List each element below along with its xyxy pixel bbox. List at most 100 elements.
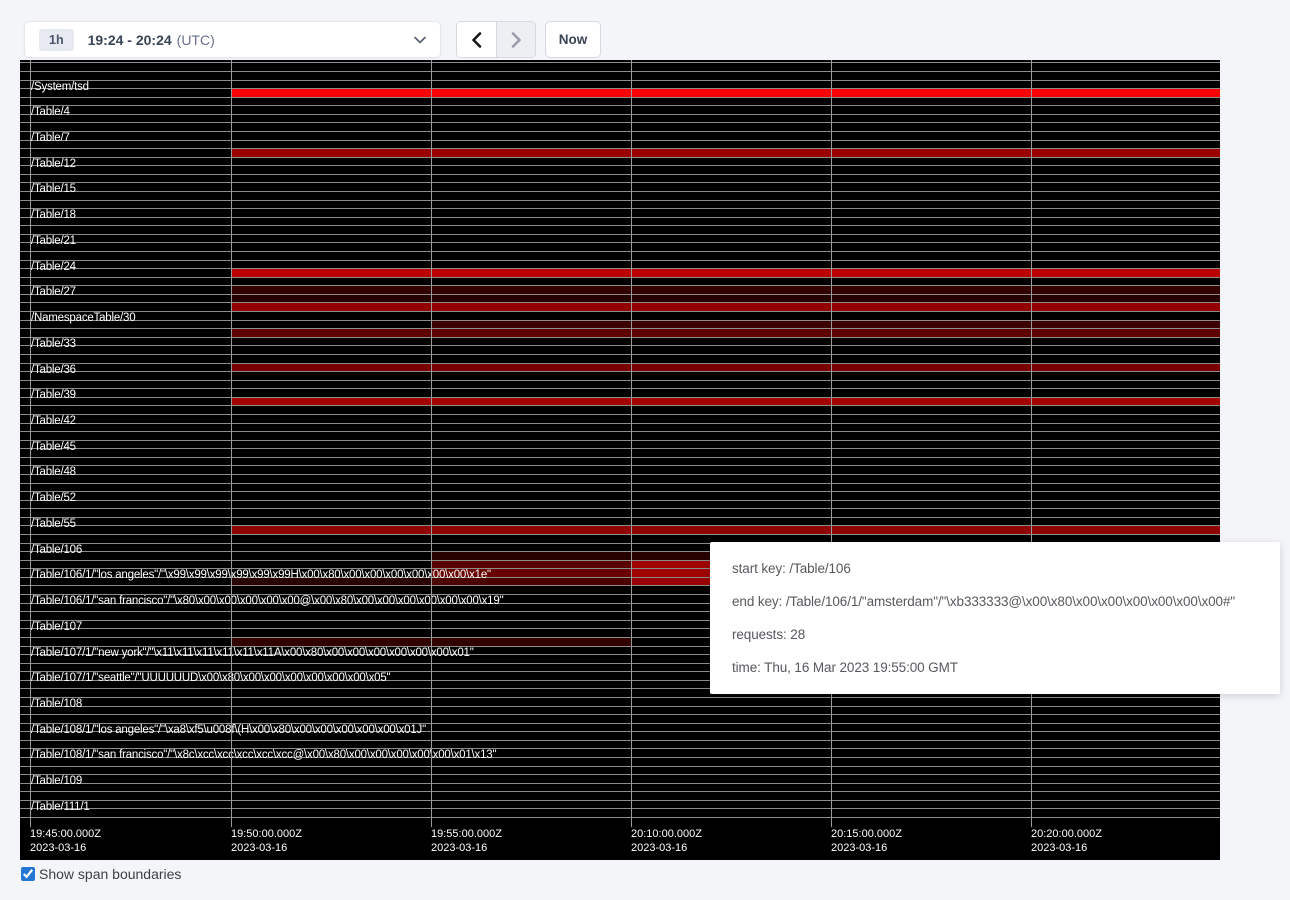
- heatmap-plot[interactable]: /System/tsd/Table/4/Table/7/Table/12/Tab…: [20, 60, 1220, 822]
- span-boundary-line: [20, 766, 1220, 767]
- row-label: /Table/36: [31, 365, 76, 376]
- axis-tick-date: 2023-03-16: [1031, 841, 1102, 855]
- span-boundary-line: [20, 88, 1220, 89]
- span-boundary-line: [20, 131, 1220, 132]
- tooltip-start-key-label: start key:: [732, 561, 789, 576]
- span-boundary-line: [20, 200, 1220, 201]
- span-boundary-line: [20, 791, 1220, 792]
- chevron-left-icon: [471, 32, 482, 48]
- row-label: /Table/108: [31, 699, 82, 710]
- span-boundary-line: [20, 62, 1220, 63]
- axis-tick-date: 2023-03-16: [631, 841, 702, 855]
- next-range-button[interactable]: [496, 22, 535, 57]
- span-boundary-line: [20, 148, 1220, 149]
- tooltip-start-key: start key: /Table/106: [732, 559, 1272, 579]
- span-boundary-line: [20, 525, 1220, 526]
- span-boundary-line: [20, 474, 1220, 475]
- time-nav-group: [456, 21, 536, 58]
- axis-tick-time: 20:10:00.000Z: [631, 827, 702, 841]
- span-boundary-line: [20, 182, 1220, 183]
- heat-band: [231, 269, 1220, 277]
- span-boundary-line: [20, 534, 1220, 535]
- key-visualizer-heatmap[interactable]: /System/tsd/Table/4/Table/7/Table/12/Tab…: [20, 60, 1220, 860]
- row-label: /NamespaceTable/30: [31, 313, 135, 324]
- row-label: /Table/109: [31, 776, 82, 787]
- row-label: /Table/108/1/"los angeles"/"\xa8\xf5\u00…: [31, 725, 426, 736]
- show-span-boundaries-checkbox[interactable]: [21, 867, 35, 881]
- span-boundary-line: [20, 354, 1220, 355]
- time-range-select[interactable]: 1h 19:24 - 20:24 (UTC): [24, 21, 441, 58]
- tooltip-time-value: Thu, 16 Mar 2023 19:55:00 GMT: [764, 660, 958, 675]
- span-boundary-line: [20, 508, 1220, 509]
- heat-band: [431, 321, 1220, 329]
- span-boundary-line: [20, 405, 1220, 406]
- span-boundary-line: [20, 388, 1220, 389]
- row-label: /Table/108/1/"san francisco"/"\x8c\xcc\x…: [31, 750, 496, 761]
- row-label: /Table/21: [31, 236, 76, 247]
- axis-tick-date: 2023-03-16: [231, 841, 302, 855]
- span-boundary-line: [20, 157, 1220, 158]
- span-boundary-line: [20, 448, 1220, 449]
- span-boundary-line: [20, 517, 1220, 518]
- chevron-right-icon: [511, 32, 522, 48]
- row-label: /Table/18: [31, 210, 76, 221]
- row-label: /Table/55: [31, 519, 76, 530]
- span-boundary-line: [20, 105, 1220, 106]
- tooltip-end-key: end key: /Table/106/1/"amsterdam"/"\xb33…: [732, 592, 1272, 612]
- row-label: /Table/45: [31, 442, 76, 453]
- span-boundary-line: [20, 114, 1220, 115]
- tooltip-start-key-value: /Table/106: [789, 561, 850, 576]
- time-range-duration-badge: 1h: [39, 29, 74, 51]
- span-boundary-line: [20, 242, 1220, 243]
- heat-band: [231, 303, 1220, 311]
- span-boundary-line: [20, 800, 1220, 801]
- span-boundary-line: [20, 311, 1220, 312]
- heat-band: [231, 149, 1220, 157]
- span-boundary-line: [20, 234, 1220, 235]
- span-boundary-line: [20, 697, 1220, 698]
- tooltip-requests: requests: 28: [732, 625, 1272, 645]
- span-boundary-line: [20, 337, 1220, 338]
- row-label: /Table/4: [31, 107, 70, 118]
- hover-tooltip: start key: /Table/106 end key: /Table/10…: [710, 542, 1280, 694]
- row-label: /Table/12: [31, 159, 76, 170]
- axis-tick-time: 19:50:00.000Z: [231, 827, 302, 841]
- span-boundary-line: [20, 277, 1220, 278]
- axis-tick-date: 2023-03-16: [431, 841, 502, 855]
- heat-band: [231, 398, 1220, 406]
- tooltip-end-key-value: /Table/106/1/"amsterdam"/"\xb333333@\x00…: [786, 594, 1235, 609]
- heat-band: [231, 526, 1220, 534]
- row-label: /Table/52: [31, 493, 76, 504]
- now-button[interactable]: Now: [545, 21, 601, 58]
- prev-range-button[interactable]: [457, 22, 496, 57]
- footer: Show span boundaries: [21, 866, 181, 882]
- span-boundary-line: [20, 328, 1220, 329]
- span-boundary-line: [20, 97, 1220, 98]
- axis-tick: 20:15:00.000Z2023-03-16: [831, 827, 902, 855]
- span-boundary-line: [20, 465, 1220, 466]
- axis-tick-date: 2023-03-16: [831, 841, 902, 855]
- span-boundary-line: [20, 122, 1220, 123]
- span-boundary-line: [20, 740, 1220, 741]
- span-boundary-line: [20, 345, 1220, 346]
- axis-tick-date: 2023-03-16: [30, 841, 101, 855]
- heat-band: [231, 295, 1220, 303]
- span-boundary-line: [20, 431, 1220, 432]
- chevron-down-icon: [414, 36, 426, 44]
- span-boundary-line: [20, 440, 1220, 441]
- row-label: /Table/42: [31, 416, 76, 427]
- span-boundary-line: [20, 302, 1220, 303]
- span-boundary-line: [20, 380, 1220, 381]
- row-label: /Table/33: [31, 339, 76, 350]
- time-gridline: [30, 60, 31, 827]
- span-boundary-line: [20, 191, 1220, 192]
- row-label: /Table/106/1/"los angeles"/"\x99\x99\x99…: [31, 570, 491, 581]
- row-label: /Table/107/1/"new york"/"\x11\x11\x11\x1…: [31, 648, 474, 659]
- row-label: /Table/48: [31, 467, 76, 478]
- row-label: /Table/107/1/"seattle"/"UUUUUUD\x00\x80\…: [31, 673, 390, 684]
- row-label: /Table/107: [31, 622, 82, 633]
- span-boundary-line: [20, 414, 1220, 415]
- span-boundary-line: [20, 714, 1220, 715]
- row-label: /System/tsd: [31, 82, 89, 93]
- tooltip-time-label: time:: [732, 660, 764, 675]
